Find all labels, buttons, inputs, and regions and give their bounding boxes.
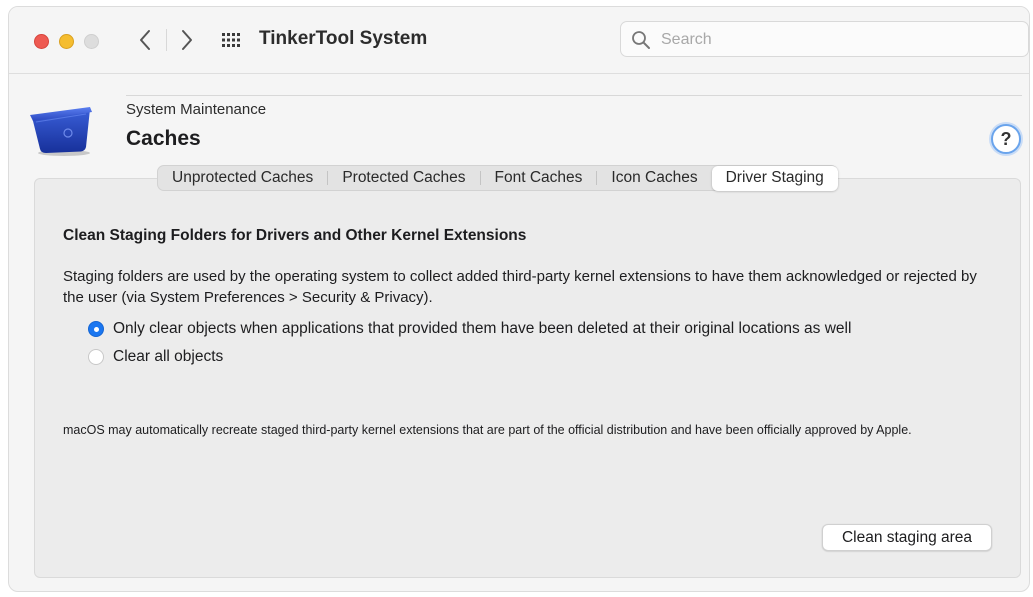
info-note: macOS may automatically recreate staged … xyxy=(63,423,912,437)
app-title: TinkerTool System xyxy=(259,28,428,49)
clean-staging-area-button[interactable]: Clean staging area xyxy=(822,524,992,551)
option-clear-all[interactable]: Clear all objects xyxy=(88,348,223,366)
pane-title: Caches xyxy=(126,127,201,150)
toolbar: TinkerTool System xyxy=(9,7,1029,74)
tab-protected-caches[interactable]: Protected Caches xyxy=(328,166,479,190)
chevron-left-icon xyxy=(140,30,150,50)
zoom-window-button[interactable] xyxy=(84,34,99,49)
nav-divider xyxy=(166,29,167,51)
grid-icon xyxy=(222,33,240,47)
tab-icon-caches[interactable]: Icon Caches xyxy=(597,166,711,190)
section-heading: Clean Staging Folders for Drivers and Ot… xyxy=(63,227,527,244)
back-button[interactable] xyxy=(133,27,157,53)
pane-subtitle: System Maintenance xyxy=(126,101,267,118)
radio-button-selected[interactable] xyxy=(88,321,104,337)
radio-button-unselected[interactable] xyxy=(88,349,104,365)
search-input[interactable] xyxy=(659,28,1023,52)
search-field[interactable] xyxy=(620,21,1029,57)
section-description: Staging folders are used by the operatin… xyxy=(63,268,977,306)
tab-unprotected-caches[interactable]: Unprotected Caches xyxy=(158,166,327,190)
forward-button[interactable] xyxy=(175,27,199,53)
help-button[interactable]: ? xyxy=(991,124,1021,154)
option-clear-deleted-only[interactable]: Only clear objects when applications tha… xyxy=(88,320,851,338)
option-label: Only clear objects when applications tha… xyxy=(113,320,852,337)
app-window: TinkerTool System Search System Maintena… xyxy=(8,6,1030,592)
show-all-button[interactable] xyxy=(221,31,241,49)
header-divider xyxy=(126,95,1022,96)
option-label: Clear all objects xyxy=(113,348,224,365)
tab-driver-staging[interactable]: Driver Staging xyxy=(711,166,838,191)
chevron-right-icon xyxy=(182,30,192,50)
minimize-window-button[interactable] xyxy=(59,34,74,49)
tab-bar: Unprotected Caches Protected Caches Font… xyxy=(157,165,838,191)
blue-bin-icon xyxy=(28,103,96,157)
search-icon xyxy=(632,31,650,49)
close-window-button[interactable] xyxy=(34,34,49,49)
tab-font-caches[interactable]: Font Caches xyxy=(481,166,597,190)
